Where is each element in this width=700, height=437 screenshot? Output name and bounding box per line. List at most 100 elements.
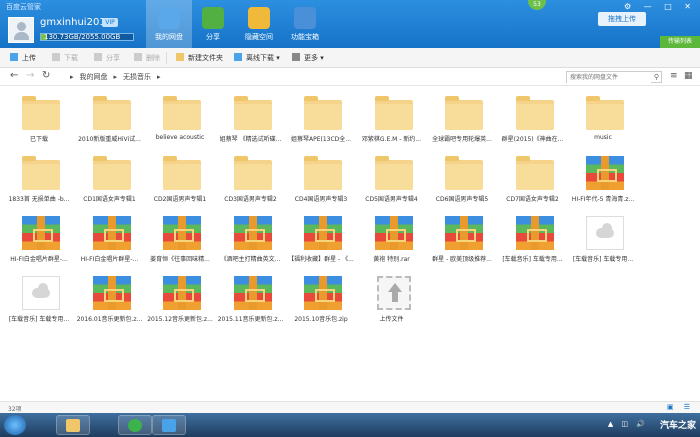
- header: 百度云管家 gmxinhui2014 VIP 130.73GB/2055.00G…: [0, 0, 700, 48]
- file-item[interactable]: 姐蔡琴APE(13CD全...: [288, 90, 354, 148]
- file-item[interactable]: 姐蔡琴 《精选试听碟...: [218, 90, 284, 148]
- status-icons[interactable]: ▣ ☰: [667, 403, 694, 411]
- tab-share[interactable]: 分享: [190, 0, 236, 48]
- folder-icon: [304, 156, 342, 190]
- file-item[interactable]: CD2国语男声专辑1: [147, 150, 213, 208]
- file-name: [车载音乐] 车载专用...: [502, 256, 563, 263]
- taskbar-ie[interactable]: [118, 415, 152, 435]
- file-item[interactable]: 《酒吧主打精曲英文...: [218, 210, 284, 268]
- file-item[interactable]: CD7国语女声专辑2: [500, 150, 566, 208]
- start-button[interactable]: [4, 415, 26, 435]
- file-item[interactable]: CD6国语男声专辑5: [429, 150, 495, 208]
- archive-icon: [92, 216, 131, 250]
- file-item[interactable]: HI-FI白金唱片群星-...: [77, 210, 143, 268]
- file-item[interactable]: [车载音乐] 车载专用...: [570, 210, 636, 268]
- vip-icon[interactable]: VIP: [102, 18, 118, 27]
- file-name: 姜育恒《往事回味精...: [150, 256, 210, 263]
- file-name: 2010新版重威HiVi试...: [78, 136, 141, 143]
- file-item[interactable]: 2010新版重威HiVi试...: [77, 90, 143, 148]
- file-item[interactable]: [车载音乐] 车载专用...: [500, 210, 566, 268]
- trash-icon: [134, 53, 142, 61]
- baidu-yun-icon: [162, 419, 176, 432]
- folder-icon: [92, 156, 131, 190]
- new-folder-button[interactable]: 新建文件夹: [176, 52, 223, 64]
- folder-icon: [515, 156, 554, 190]
- file-item[interactable]: believe acoustic: [147, 90, 213, 148]
- share-icon: [94, 53, 102, 61]
- my-netdisk-icon: [158, 7, 180, 29]
- file-item[interactable]: 1833首 无损单曲 -b...: [6, 150, 72, 208]
- file-name: CD1国语女声专辑1: [83, 196, 136, 203]
- breadcrumb-item[interactable]: 无损音乐: [123, 73, 151, 81]
- upload-icon: [376, 276, 411, 310]
- system-tray[interactable]: ▲ ◫ 🔊: [608, 420, 648, 428]
- file-item[interactable]: CD5国语男声专辑4: [359, 150, 425, 208]
- tab-my-netdisk[interactable]: 我的网盘: [146, 0, 192, 48]
- file-item[interactable]: HI-FI年代-5 青海青.z...: [570, 150, 636, 208]
- file-item[interactable]: [车载音乐] 车载专用...: [6, 270, 72, 328]
- search-box[interactable]: ⚲: [566, 71, 662, 83]
- avatar[interactable]: [8, 17, 34, 43]
- file-item[interactable]: 黄袍 特别.rar: [359, 210, 425, 268]
- tab-label: 功能宝箱: [291, 33, 319, 41]
- taskbar-explorer[interactable]: [56, 415, 90, 435]
- refresh-icon[interactable]: ↻: [42, 70, 50, 81]
- file-item[interactable]: CD4国语男声专辑3: [288, 150, 354, 208]
- grid-view-icon[interactable]: ▦: [684, 71, 694, 81]
- file-name: [车载音乐] 车载专用...: [8, 316, 70, 323]
- file-item[interactable]: HI-FI白金唱片群星-...: [6, 210, 72, 268]
- folder-icon: [515, 96, 554, 130]
- file-item[interactable]: CD3国语男声专辑2: [218, 150, 284, 208]
- folder-icon: [163, 156, 201, 190]
- search-input[interactable]: [567, 72, 651, 83]
- update-badge[interactable]: 53: [528, 0, 546, 10]
- status-bar: 32项 ▣ ☰: [0, 401, 700, 413]
- taskbar-baidu-yun[interactable]: [152, 415, 186, 435]
- list-view-icon[interactable]: ≡: [670, 71, 680, 81]
- file-item[interactable]: 已下载: [6, 90, 72, 148]
- file-name: believe acoustic: [155, 134, 205, 141]
- upload-button[interactable]: 上传: [10, 52, 36, 64]
- file-item[interactable]: 【福利收藏】群星 - 《...: [288, 210, 354, 268]
- file-name: CD6国语男声专辑5: [435, 196, 489, 203]
- file-item[interactable]: 2015.11音乐更新包.z...: [218, 270, 284, 328]
- file-item[interactable]: 2015.12音乐更新包.z...: [147, 270, 213, 328]
- transfer-list-button[interactable]: 传输列表: [660, 36, 700, 48]
- share-button[interactable]: 分享: [94, 52, 120, 64]
- folder-icon: [586, 96, 624, 130]
- file-name: 姐蔡琴APE(13CD全...: [290, 136, 352, 143]
- offline-download-button[interactable]: 离线下载 ▾: [234, 52, 280, 64]
- drag-upload-button[interactable]: 拖拽上传: [598, 12, 646, 26]
- forward-icon[interactable]: →: [26, 70, 34, 81]
- taskbar: ▲ ◫ 🔊 汽车之家: [0, 413, 700, 437]
- archive-icon: [163, 276, 201, 310]
- file-name: 2015.11音乐更新包.z...: [217, 316, 284, 323]
- window-controls[interactable]: ⚙ — □ ✕: [624, 2, 696, 11]
- file-name: 群星(2015)《神曲在...: [501, 136, 564, 143]
- tab-toolbox[interactable]: 功能宝箱: [282, 0, 328, 48]
- file-name: HI-FI白金唱片群星-...: [80, 256, 139, 263]
- file-item[interactable]: music: [570, 90, 636, 148]
- file-item[interactable]: CD1国语女声专辑1: [77, 150, 143, 208]
- file-name: CD4国语男声专辑3: [294, 196, 348, 203]
- breadcrumb-item[interactable]: 我的网盘: [80, 73, 108, 81]
- file-item[interactable]: 2016.01音乐更新包.z...: [77, 270, 143, 328]
- file-item[interactable]: 姜育恒《往事回味精...: [147, 210, 213, 268]
- tab-hidden-space[interactable]: 隐藏空间: [236, 0, 282, 48]
- file-item[interactable]: 邓紫棋G.E.M - 新约...: [359, 90, 425, 148]
- file-name: 姐蔡琴 《精选试听碟...: [219, 136, 282, 143]
- delete-button[interactable]: 删除: [134, 52, 160, 64]
- file-item[interactable]: 全球霸吧专用轮爆英...: [429, 90, 495, 148]
- more-button[interactable]: 更多 ▾: [292, 52, 324, 64]
- upload-file-tile[interactable]: 上传文件: [359, 270, 425, 328]
- download-button[interactable]: 下载: [52, 52, 78, 64]
- home-icon[interactable]: ▸: [70, 73, 74, 81]
- file-item[interactable]: 2015.10音乐包.zip: [288, 270, 354, 328]
- quota-text: 130.73GB/2055.00GB: [44, 33, 121, 41]
- back-icon[interactable]: ←: [10, 70, 18, 81]
- file-item[interactable]: 群星(2015)《神曲在...: [500, 90, 566, 148]
- file-item[interactable]: 群星 - 欧美顶级推荐...: [429, 210, 495, 268]
- file-name: [车载音乐] 车载专用...: [572, 256, 634, 263]
- watermark: 汽车之家: [659, 421, 696, 431]
- search-icon[interactable]: ⚲: [654, 73, 659, 81]
